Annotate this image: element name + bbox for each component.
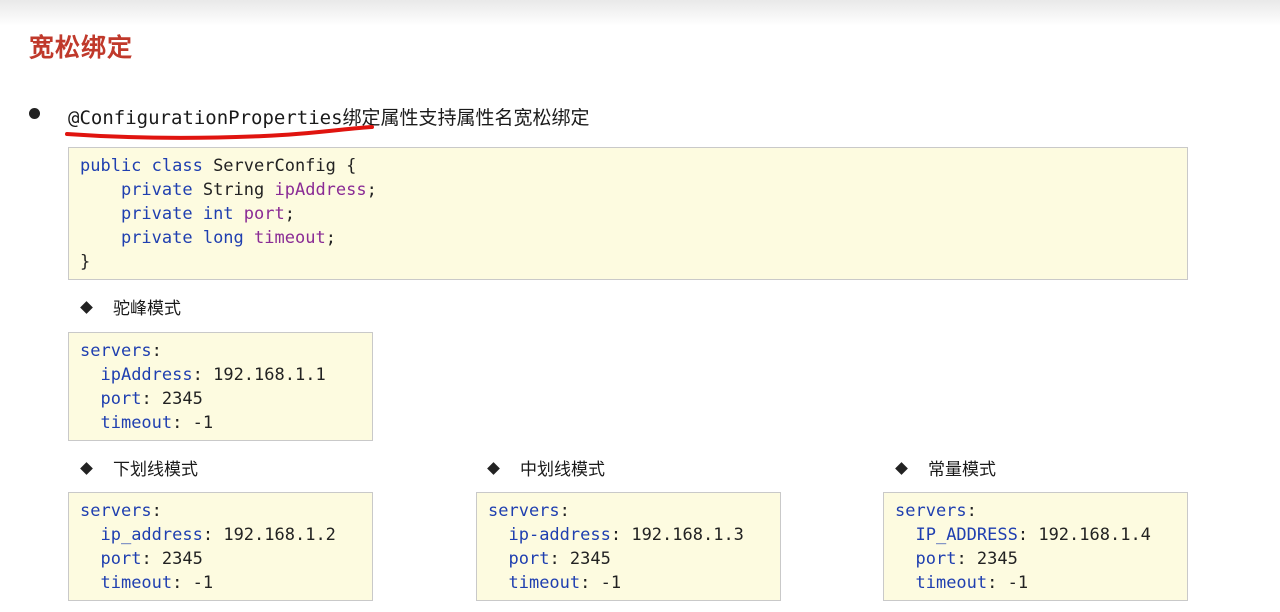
code-line: public class ServerConfig { [80,156,357,176]
bullet-dot-icon [29,108,40,119]
red-underline-mark [65,125,374,140]
mode-label-hyphen: 中划线模式 [487,455,605,480]
code-line: private long timeout; [120,228,336,248]
yaml-box-camel: servers: ipAddress: 192.168.1.1 port: 23… [68,332,373,441]
diamond-bullet-icon [487,462,500,475]
diamond-bullet-icon [80,462,93,475]
slide-title: 宽松绑定 [29,33,134,62]
mode-label-underscore: 下划线模式 [80,455,198,480]
yaml-box-hyphen: servers: ip-address: 192.168.1.3 port: 2… [476,492,781,601]
mode-label-constant: 常量模式 [895,455,996,480]
code-line: private int port; [120,204,295,224]
code-line: private String ipAddress; [120,180,377,200]
mode-label-camel: 驼峰模式 [80,294,181,319]
top-shade [0,0,1280,26]
java-code-box: public class ServerConfig { private Stri… [68,147,1188,280]
bullet-text: 绑定属性支持属性名宽松绑定 [342,107,590,129]
yaml-box-underscore: servers: ip_address: 192.168.1.2 port: 2… [68,492,373,601]
code-line: } [80,252,91,272]
diamond-bullet-icon [895,462,908,475]
diamond-bullet-icon [80,301,93,314]
yaml-box-constant: servers: IP_ADDRESS: 192.168.1.4 port: 2… [883,492,1188,601]
